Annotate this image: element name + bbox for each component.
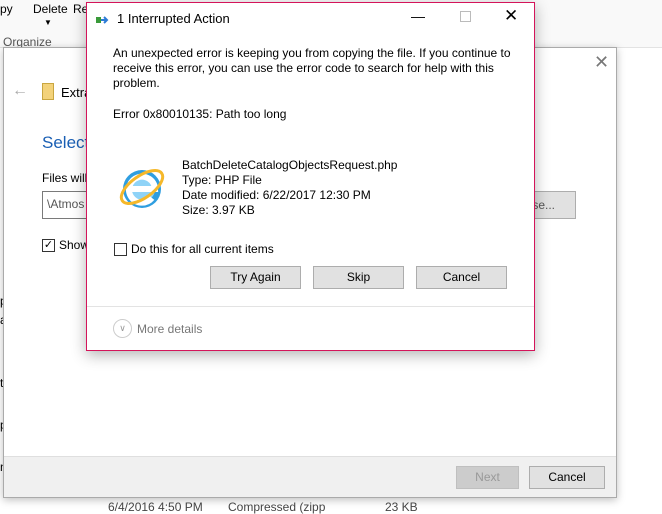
copy-progress-icon	[96, 14, 110, 24]
error-code: Error 0x80010135: Path too long	[113, 107, 287, 121]
maximize-button[interactable]	[460, 11, 471, 22]
file-size: 23 KB	[385, 500, 418, 514]
back-arrow-icon[interactable]: ←	[12, 82, 28, 100]
close-icon[interactable]: ✕	[594, 52, 609, 73]
cancel-button[interactable]: Cancel	[416, 266, 507, 289]
minimize-button[interactable]: —	[411, 8, 425, 24]
zip-folder-icon	[42, 83, 54, 100]
error-message: An unexpected error is keeping you from …	[113, 46, 511, 90]
show-files-label: Show	[59, 238, 90, 252]
dialog-title: 1 Interrupted Action	[117, 11, 230, 26]
file-date: 6/4/2016 4:50 PM	[108, 500, 203, 514]
divider	[87, 306, 534, 307]
files-label: Files will	[42, 171, 88, 185]
wizard-footer: Next Cancel	[4, 456, 616, 497]
chevron-down-icon[interactable]: ▼	[44, 18, 52, 27]
file-type: Compressed (zipp	[228, 500, 326, 514]
file-modified: Date modified: 6/22/2017 12:30 PM	[182, 188, 371, 202]
wizard-heading: Select	[42, 133, 90, 152]
show-files-checkbox[interactable]: ✓	[42, 239, 55, 252]
file-info: BatchDeleteCatalogObjectsRequest.php Typ…	[182, 158, 397, 218]
file-name: BatchDeleteCatalogObjectsRequest.php	[182, 158, 398, 172]
file-size: Size: 3.97 KB	[182, 203, 255, 217]
internet-explorer-icon	[117, 157, 167, 220]
delete-button[interactable]: Delete	[33, 2, 68, 16]
apply-all-label: Do this for all current items	[131, 242, 274, 256]
next-button[interactable]: Next	[456, 466, 519, 489]
interrupted-action-dialog: 1 Interrupted Action — ✕ An unexpected e…	[86, 2, 535, 351]
close-button[interactable]: ✕	[504, 6, 518, 26]
apply-all-checkbox[interactable]	[114, 243, 127, 256]
copy-button[interactable]: py	[0, 2, 13, 16]
skip-button[interactable]: Skip	[313, 266, 404, 289]
chevron-down-icon[interactable]: ∨	[113, 319, 132, 338]
try-again-button[interactable]: Try Again	[210, 266, 301, 289]
wizard-cancel-button[interactable]: Cancel	[529, 466, 605, 489]
file-type: Type: PHP File	[182, 173, 262, 187]
more-details-label[interactable]: More details	[137, 322, 202, 336]
